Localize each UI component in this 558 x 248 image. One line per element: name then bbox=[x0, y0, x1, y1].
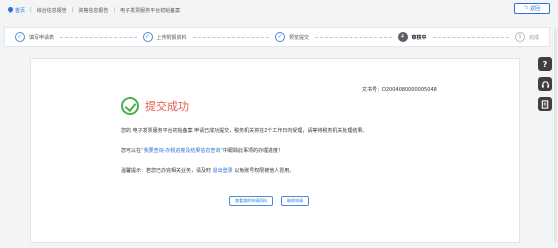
success-check-icon bbox=[121, 97, 139, 115]
side-toolbar: ? bbox=[538, 57, 552, 111]
breadcrumb-home-label[interactable]: 首页 bbox=[15, 7, 25, 14]
breadcrumb-separator: | bbox=[71, 7, 74, 13]
breadcrumb-home[interactable]: 首页 bbox=[8, 7, 25, 14]
step-label: 完成 bbox=[529, 34, 540, 41]
breadcrumb-item[interactable]: 资格信息报告 bbox=[78, 7, 108, 14]
step-label: 上传附报资料 bbox=[156, 34, 187, 41]
query-hint: 您可以在“我要查询-办税进度及结果信息查询”中跟踪此事项的办理进度！ bbox=[121, 147, 283, 154]
query-progress-link[interactable]: “我要查询-办税进度及结果信息查询” bbox=[141, 148, 223, 154]
result-card: 文书号：D2004080000005048 提交成功 您的 电子发票服务平台初始… bbox=[30, 58, 520, 243]
query-hint-suffix: 中跟踪此事项的办理进度！ bbox=[223, 148, 284, 154]
back-button[interactable]: ⮌ 返回 bbox=[514, 3, 550, 14]
continue-apply-button[interactable]: 继续申请 bbox=[281, 196, 309, 206]
step-connector bbox=[432, 36, 509, 38]
step-preview: ✓ 预览提交 bbox=[275, 32, 309, 42]
step-connector bbox=[315, 36, 392, 38]
step-connector bbox=[60, 36, 137, 38]
logout-tip-prefix: 温馨提示：若您已办完相关业务，请及时 bbox=[121, 168, 212, 174]
breadcrumb: 首页 | 综合信息报告 | 资格信息报告 | 电子发票服务平台初始备案 bbox=[8, 4, 180, 16]
progress-steps: ✓ 填写申请表 ✓ 上传附报资料 ✓ 预览提交 4 审核中 5 完成 bbox=[4, 27, 550, 47]
breadcrumb-item: 电子发票服务平台初始备案 bbox=[120, 7, 181, 14]
check-icon: ✓ bbox=[142, 32, 153, 42]
step-label: 审核中 bbox=[411, 34, 427, 41]
step-connector bbox=[192, 36, 269, 38]
headset-icon[interactable] bbox=[538, 77, 552, 91]
step-upload: ✓ 上传附报资料 bbox=[142, 32, 187, 42]
document-number: 文书号：D2004080000005048 bbox=[362, 87, 437, 93]
document-icon[interactable] bbox=[538, 97, 552, 111]
step-fill-form: ✓ 填写申请表 bbox=[15, 32, 54, 42]
check-icon: ✓ bbox=[15, 32, 25, 42]
scrollbar[interactable] bbox=[554, 28, 557, 243]
step-label: 预览提交 bbox=[289, 34, 310, 41]
logout-tip-suffix: 以免账号权限被他人冒用。 bbox=[234, 168, 295, 174]
breadcrumb-item[interactable]: 综合信息报告 bbox=[37, 7, 67, 14]
step-review: 4 审核中 bbox=[397, 32, 427, 42]
success-title: 提交成功 bbox=[145, 100, 189, 113]
location-pin-icon bbox=[8, 7, 13, 13]
action-buttons: 查看我的申请资料 继续申请 bbox=[229, 196, 309, 206]
breadcrumb-separator: | bbox=[113, 7, 116, 13]
back-arrow-icon: ⮌ bbox=[523, 4, 528, 11]
step-label: 填写申请表 bbox=[29, 34, 55, 41]
step-number: 5 bbox=[515, 32, 525, 42]
logout-link[interactable]: 退出登录 bbox=[213, 168, 233, 174]
step-number: 4 bbox=[397, 32, 408, 42]
breadcrumb-separator: | bbox=[30, 7, 32, 13]
check-icon: ✓ bbox=[275, 32, 285, 42]
back-button-label: 返回 bbox=[530, 6, 541, 12]
query-hint-prefix: 您可以在 bbox=[121, 148, 142, 154]
logout-tip: 温馨提示：若您已办完相关业务，请及时 退出登录 以免账号权限被他人冒用。 bbox=[121, 167, 294, 174]
view-application-button[interactable]: 查看我的申请资料 bbox=[229, 196, 273, 206]
help-icon[interactable]: ? bbox=[538, 57, 552, 71]
success-header: 提交成功 bbox=[121, 97, 189, 115]
submission-message: 您的 电子发票服务平台初始备案 申请已成功提交，税务机关将在2个工作日内受理，请… bbox=[121, 128, 368, 134]
step-complete: 5 完成 bbox=[515, 32, 539, 42]
